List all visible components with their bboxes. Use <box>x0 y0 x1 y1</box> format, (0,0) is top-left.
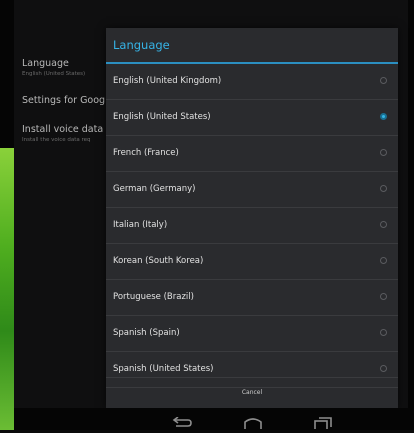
radio-button[interactable] <box>380 149 387 156</box>
language-option[interactable]: Italian (Italy) <box>106 208 398 244</box>
home-icon[interactable] <box>242 414 264 433</box>
photo-edge-right <box>408 0 414 430</box>
option-label: Italian (Italy) <box>113 220 168 230</box>
option-label: English (United States) <box>113 112 211 122</box>
recent-apps-icon[interactable] <box>312 414 334 433</box>
back-icon[interactable] <box>172 414 194 433</box>
option-label: German (Germany) <box>113 184 196 194</box>
radio-button-checked[interactable] <box>380 113 387 120</box>
option-label: Korean (South Korea) <box>113 256 204 266</box>
option-label: Portuguese (Brazil) <box>113 292 194 302</box>
language-option[interactable]: German (Germany) <box>106 172 398 208</box>
radio-button[interactable] <box>380 77 387 84</box>
radio-button[interactable] <box>380 221 387 228</box>
language-dialog: Language English (United Kingdom) Englis… <box>106 28 398 408</box>
option-label: Spanish (Spain) <box>113 328 180 338</box>
radio-button[interactable] <box>380 257 387 264</box>
language-option[interactable]: English (United Kingdom) <box>106 64 398 100</box>
radio-button[interactable] <box>380 185 387 192</box>
language-option[interactable]: English (United States) <box>106 100 398 136</box>
dialog-title: Language <box>106 28 398 64</box>
option-label: French (France) <box>113 148 179 158</box>
dialog-footer: Cancel <box>106 377 398 408</box>
radio-button[interactable] <box>380 293 387 300</box>
radio-button[interactable] <box>380 329 387 336</box>
language-option[interactable]: French (France) <box>106 136 398 172</box>
cancel-button[interactable]: Cancel <box>242 389 262 396</box>
leaf-background <box>0 148 14 430</box>
option-label: English (United Kingdom) <box>113 76 222 86</box>
language-option[interactable]: Spanish (Spain) <box>106 316 398 352</box>
radio-button[interactable] <box>380 365 387 372</box>
language-option[interactable]: Korean (South Korea) <box>106 244 398 280</box>
navigation-bar <box>14 408 408 433</box>
language-option[interactable]: Portuguese (Brazil) <box>106 280 398 316</box>
